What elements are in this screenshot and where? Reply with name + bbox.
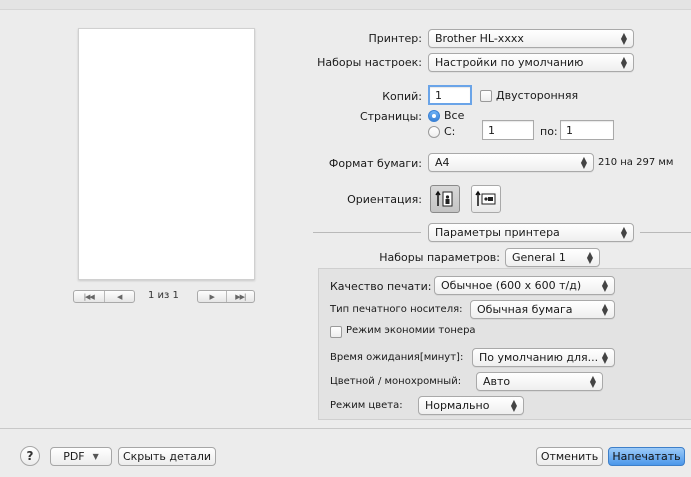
color-mode-label: Режим цвета: (330, 400, 403, 411)
popup-arrows-icon: ▲ ▼ (580, 154, 587, 170)
color-mono-label: Цветной / монохромный: (330, 376, 462, 387)
quality-label: Качество печати: (330, 280, 432, 293)
paper-dimensions-text: 210 на 297 мм (598, 157, 674, 168)
color-mono-popup[interactable]: Авто ▲ ▼ (476, 372, 603, 391)
section-popup-value: Параметры принтера (435, 226, 560, 239)
landscape-orientation-button[interactable] (471, 185, 501, 213)
popup-arrows-icon: ▲ ▼ (620, 30, 627, 46)
color-mode-popup[interactable]: Нормально ▲ ▼ (418, 396, 524, 415)
media-type-popup[interactable]: Обычная бумага ▲ ▼ (470, 300, 615, 319)
feature-sets-value: General 1 (512, 251, 566, 264)
quality-value: Обычное (600 x 600 т/д) (441, 279, 582, 292)
section-popup[interactable]: Параметры принтера ▲ ▼ (428, 223, 634, 242)
pdf-menu-button[interactable]: PDF ▼ (50, 447, 112, 466)
sleep-time-value: По умолчанию для... (479, 351, 598, 364)
paper-size-popup[interactable]: A4 ▲ ▼ (428, 153, 594, 172)
popup-arrows-icon: ▲ ▼ (601, 349, 608, 365)
media-type-label: Тип печатного носителя: (330, 304, 463, 315)
color-mode-value: Нормально (425, 399, 490, 412)
hide-details-button[interactable]: Скрыть детали (118, 447, 216, 466)
pages-all-radio[interactable] (428, 110, 440, 122)
popup-arrows-icon: ▲ ▼ (620, 54, 627, 70)
preview-nav-forward-group: ▶ ▶▶| (197, 290, 255, 303)
presets-label: Наборы настроек: (317, 56, 422, 69)
pages-to-label: по: (540, 125, 558, 138)
pages-to-field[interactable]: 1 (560, 120, 614, 140)
presets-popup[interactable]: Настройки по умолчанию ▲ ▼ (428, 53, 634, 72)
printer-value: Brother HL-xxxx (435, 32, 524, 45)
copies-field[interactable]: 1 (428, 85, 472, 105)
presets-value: Настройки по умолчанию (435, 56, 584, 69)
feature-sets-label: Наборы параметров: (379, 251, 500, 264)
pages-range-radio[interactable] (428, 126, 440, 138)
popup-arrows-icon: ▲ ▼ (601, 277, 608, 293)
next-page-button[interactable]: ▶ (198, 291, 227, 302)
printer-label: Принтер: (368, 32, 422, 45)
color-mono-value: Авто (483, 375, 511, 388)
pages-from-field[interactable]: 1 (482, 120, 534, 140)
footer-divider (0, 428, 691, 429)
section-divider-right (640, 232, 691, 233)
title-bar-strip (0, 0, 691, 10)
page-preview (78, 28, 255, 280)
chevron-down-icon: ▼ (92, 452, 99, 461)
portrait-orientation-icon (435, 190, 453, 207)
preview-nav-back-group: |◀◀ ◀ (73, 290, 135, 303)
toner-save-label: Режим экономии тонера (346, 325, 476, 336)
print-button[interactable]: Напечатать (608, 447, 685, 466)
feature-sets-popup[interactable]: General 1 ▲ ▼ (505, 248, 600, 267)
popup-arrows-icon: ▲ ▼ (601, 301, 608, 317)
last-page-button[interactable]: ▶▶| (227, 291, 255, 302)
paper-size-value: A4 (435, 156, 450, 169)
printer-popup[interactable]: Brother HL-xxxx ▲ ▼ (428, 29, 634, 48)
pages-all-label: Все (444, 109, 465, 122)
duplex-checkbox[interactable] (480, 90, 492, 102)
previous-page-button[interactable]: ◀ (105, 291, 135, 302)
toner-save-checkbox[interactable] (330, 326, 342, 338)
landscape-orientation-icon (475, 190, 496, 206)
pages-label: Страницы: (359, 110, 422, 123)
copies-label: Копий: (382, 90, 422, 103)
popup-arrows-icon: ▲ ▼ (589, 373, 596, 389)
duplex-label: Двусторонняя (496, 89, 579, 102)
pdf-label: PDF (63, 450, 85, 463)
sleep-time-label: Время ожидания[минут]: (330, 352, 464, 363)
popup-arrows-icon: ▲ ▼ (510, 397, 517, 413)
orientation-label: Ориентация: (347, 193, 422, 206)
cancel-button[interactable]: Отменить (536, 447, 603, 466)
popup-arrows-icon: ▲ ▼ (620, 224, 627, 240)
section-divider-left (313, 232, 421, 233)
help-button[interactable]: ? (20, 446, 40, 466)
pages-from-label: С: (444, 125, 456, 138)
paper-size-label: Формат бумаги: (328, 157, 422, 170)
page-indicator: 1 из 1 (148, 290, 179, 301)
media-type-value: Обычная бумага (477, 303, 573, 316)
portrait-orientation-button[interactable] (430, 185, 460, 213)
sleep-time-popup[interactable]: По умолчанию для... ▲ ▼ (472, 348, 615, 367)
popup-arrows-icon: ▲ ▼ (586, 249, 593, 265)
first-page-button[interactable]: |◀◀ (74, 291, 105, 302)
quality-popup[interactable]: Обычное (600 x 600 т/д) ▲ ▼ (434, 276, 615, 295)
